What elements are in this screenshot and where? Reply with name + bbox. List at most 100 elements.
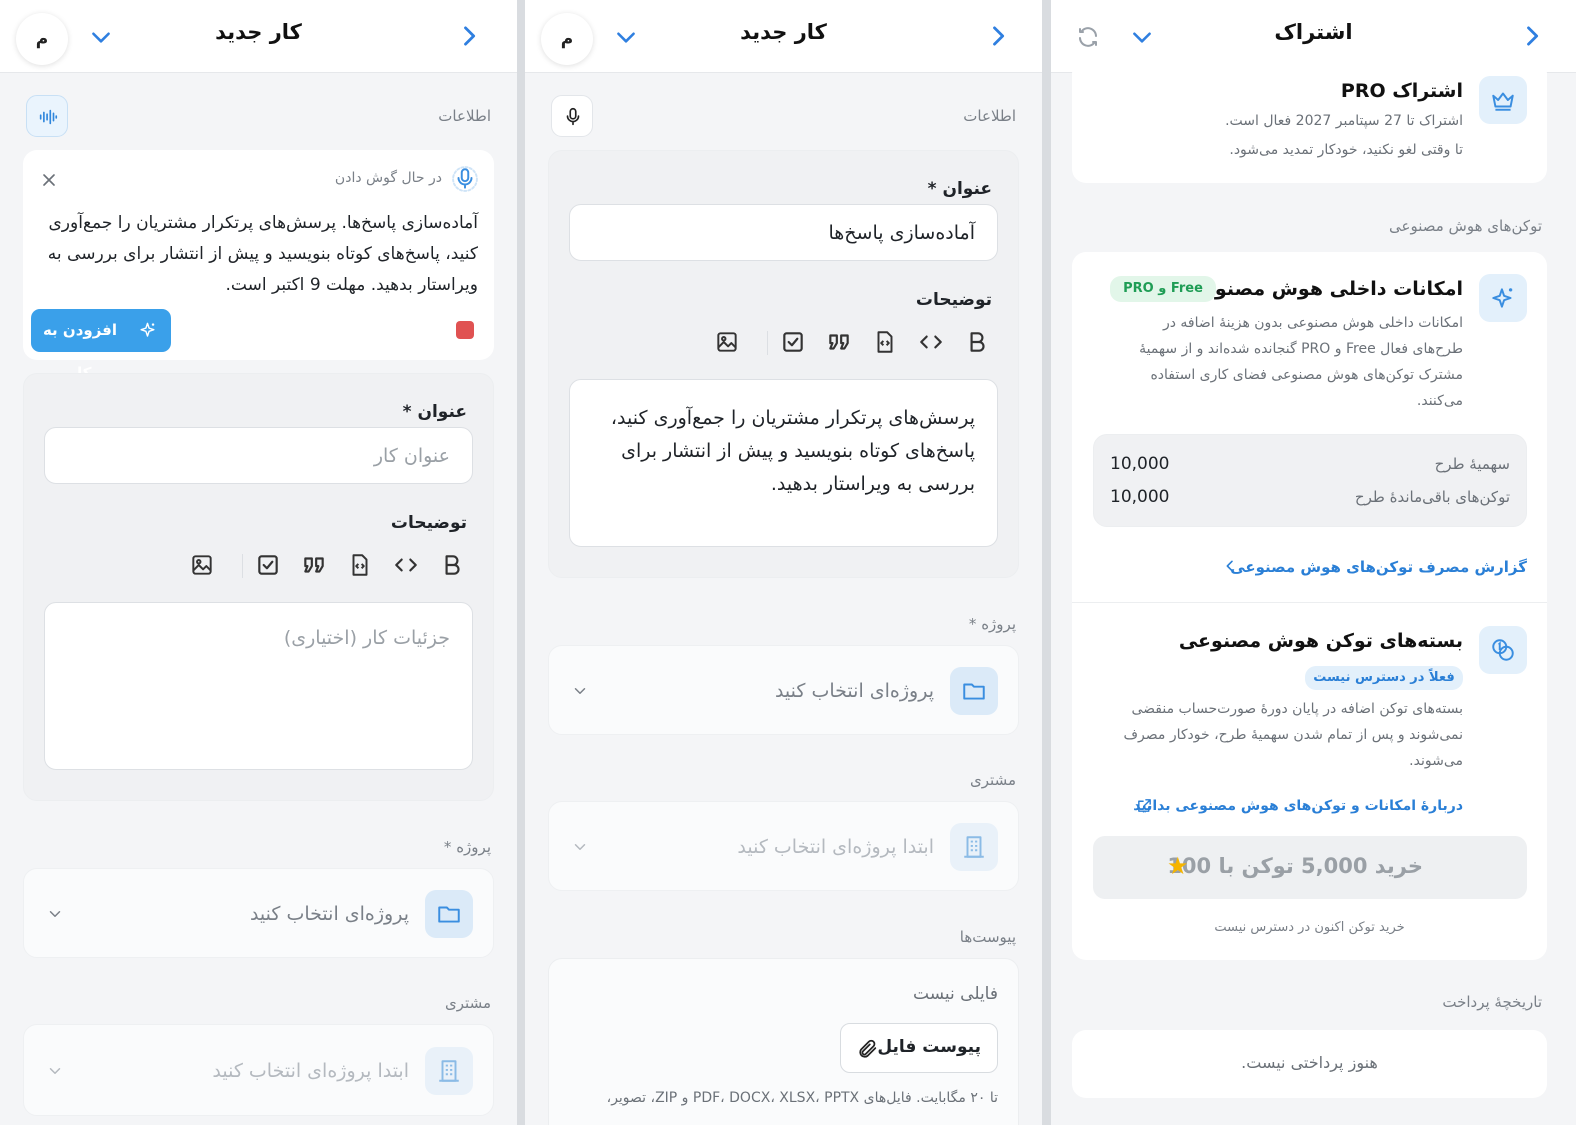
ai-builtin-line: می‌کنند. <box>1416 393 1463 409</box>
microphone-icon <box>452 166 478 192</box>
unavailable-badge: فعلاً در دسترس نیست <box>1305 666 1463 690</box>
remaining-value: 10,000 <box>1110 487 1170 507</box>
header: کار جدید م <box>525 0 1042 73</box>
folder-icon-box <box>950 667 998 715</box>
customer-placeholder: ابتدا پروژه‌ای انتخاب کنید <box>212 1060 409 1082</box>
format-toolbar <box>549 329 1018 359</box>
page-title: کار جدید <box>740 20 827 44</box>
ai-builtin-title: امکانات داخلی هوش مصنوعی <box>1182 278 1463 300</box>
bold-icon[interactable] <box>964 329 990 355</box>
project-placeholder: پروژه‌ای انتخاب کنید <box>249 903 409 925</box>
remaining-label: توکن‌های باقی‌ماندهٔ طرح <box>1354 488 1510 506</box>
description-label: توضیحات <box>390 513 467 533</box>
chevron-down-icon <box>574 688 586 694</box>
chevron-down-icon <box>49 911 61 917</box>
quota-box: سهمیهٔ طرح 10,000 توکن‌های باقی‌ماندهٔ ط… <box>1093 434 1527 527</box>
task-form-card: عنوان * آماده‌سازی پاسخ‌ها توضیحات پرسش‌… <box>548 150 1019 578</box>
avatar[interactable]: م <box>16 13 68 65</box>
attach-file-button[interactable]: پیوست فایل <box>840 1023 998 1073</box>
avatar[interactable]: م <box>541 13 593 65</box>
packs-line: نمی‌شوند و پس از تمام شدن سهمیهٔ طرح، خو… <box>1123 727 1463 743</box>
format-toolbar <box>24 552 493 582</box>
quote-icon[interactable] <box>826 329 852 355</box>
project-select[interactable]: پروژه‌ای انتخاب کنید <box>23 868 494 958</box>
building-icon-box <box>950 823 998 871</box>
payments-section-label: تاریخچهٔ پرداخت <box>1442 993 1542 1011</box>
coins-icon <box>1492 639 1514 661</box>
chevron-down-icon <box>574 844 586 850</box>
building-icon <box>439 1060 459 1082</box>
paperclip-icon <box>859 1039 877 1058</box>
add-to-task-button[interactable]: افزودن به کار <box>31 309 171 382</box>
ai-tokens-card: امکانات داخلی هوش مصنوعی Free و PRO امکا… <box>1072 252 1547 960</box>
customer-select[interactable]: ابتدا پروژه‌ای انتخاب کنید <box>23 1024 494 1116</box>
code-file-icon[interactable] <box>347 552 373 578</box>
quota-value: 10,000 <box>1110 454 1170 474</box>
sparkle-icon <box>1492 288 1513 308</box>
project-section-label: پروژه * <box>968 615 1016 633</box>
folder-icon <box>438 906 460 923</box>
toolbar-divider <box>242 554 243 578</box>
attach-hint: تا ۲۰ مگابایت. فایل‌های PDF، DOCX، XLSX،… <box>606 1090 998 1106</box>
image-icon[interactable] <box>189 552 215 578</box>
no-file-text: فایلی نیست <box>913 984 998 1004</box>
crown-icon-box <box>1479 76 1527 124</box>
microphone-icon <box>566 107 580 126</box>
title-label: عنوان * <box>402 402 467 422</box>
listening-card: در حال گوش دادن آماده‌سازی پاسخ‌ها. پرسش… <box>23 150 494 382</box>
usage-report-link[interactable]: گزارش مصرف توکن‌های هوش مصنوعی <box>1230 558 1527 576</box>
no-payments-text: هنوز پرداختی نیست. <box>1241 1053 1378 1072</box>
project-select[interactable]: پروژه‌ای انتخاب کنید <box>548 645 1019 735</box>
sparkle-icon-box <box>1479 274 1527 322</box>
title-input[interactable]: عنوان کار <box>44 427 473 484</box>
chevron-down-icon[interactable] <box>88 24 114 50</box>
voice-wave-button[interactable] <box>26 95 68 137</box>
building-icon-box <box>425 1047 473 1095</box>
info-section-label: اطلاعات <box>438 107 491 125</box>
pro-subscription-card: اشتراک PRO اشتراک تا 27 سپتامبر 2027 فعا… <box>1072 60 1547 183</box>
chevron-down-icon[interactable] <box>613 24 639 50</box>
stop-recording-button[interactable] <box>456 321 474 339</box>
refresh-icon[interactable] <box>1076 25 1100 49</box>
bold-icon[interactable] <box>439 552 465 578</box>
code-file-icon[interactable] <box>872 329 898 355</box>
quote-icon[interactable] <box>301 552 327 578</box>
subscription-panel: اشتراک اشتراک PRO اشتراک تا 27 سپتامبر 2… <box>1051 0 1576 1125</box>
buy-note: خرید توکن اکنون در دسترس نیست <box>1214 920 1405 935</box>
code-icon[interactable] <box>918 329 944 355</box>
pro-line-2: تا وقتی لغو نکنید، خودکار تمدید می‌شود. <box>1229 142 1463 158</box>
image-icon[interactable] <box>714 329 740 355</box>
sound-wave-icon <box>39 109 58 125</box>
folder-icon <box>963 683 985 700</box>
customer-select[interactable]: ابتدا پروژه‌ای انتخاب کنید <box>548 801 1019 891</box>
description-textarea[interactable]: جزئیات کار (اختیاری) <box>44 602 473 770</box>
chevron-down-icon <box>49 1068 61 1074</box>
project-section-label: پروژه * <box>443 838 491 856</box>
attachments-card: فایلی نیست پیوست فایل تا ۲۰ مگابایت. فای… <box>548 958 1019 1125</box>
chevron-left-icon <box>1226 560 1233 572</box>
page-title: کار جدید <box>215 20 302 44</box>
description-textarea[interactable]: پرسش‌های پرتکرار مشتریان را جمع‌آوری کنی… <box>569 379 998 547</box>
payments-card: هنوز پرداختی نیست. <box>1072 1030 1547 1098</box>
close-icon[interactable] <box>39 170 59 190</box>
transcript-text: آماده‌سازی پاسخ‌ها. پرسش‌های پرتکرار مشت… <box>47 213 478 295</box>
ai-builtin-line: مشترک توکن‌های هوش مصنوعی فضای کاری استف… <box>1150 367 1463 383</box>
folder-icon-box <box>425 890 473 938</box>
info-section-label: اطلاعات <box>963 107 1016 125</box>
code-icon[interactable] <box>393 552 419 578</box>
buy-tokens-button[interactable]: خرید 5,000 توکن با 100 ★ <box>1093 836 1527 899</box>
microphone-button[interactable] <box>551 95 593 137</box>
toolbar-divider <box>767 331 768 355</box>
chevron-down-icon[interactable] <box>1129 24 1155 50</box>
star-icon: ★ <box>1167 852 1189 880</box>
title-input[interactable]: آماده‌سازی پاسخ‌ها <box>569 204 998 261</box>
building-icon <box>964 836 984 858</box>
pro-line-1: اشتراک تا 27 سپتامبر 2027 فعال است. <box>1225 113 1463 129</box>
checkbox-icon[interactable] <box>255 552 281 578</box>
listening-status: در حال گوش دادن <box>334 170 442 186</box>
checkbox-icon[interactable] <box>780 329 806 355</box>
description-label: توضیحات <box>915 290 992 310</box>
packs-line: بسته‌های توکن اضافه در پایان دورهٔ صورت‌… <box>1131 701 1463 717</box>
ai-tokens-section-label: توکن‌های هوش مصنوعی <box>1389 217 1542 235</box>
learn-more-link[interactable]: دربارهٔ امکانات و توکن‌های هوش مصنوعی بد… <box>1133 798 1463 814</box>
